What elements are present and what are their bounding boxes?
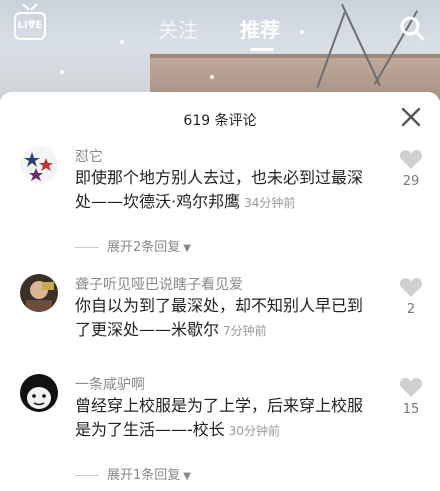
comment-item: 一条咸驴啊 曾经穿上校服是为了上学，后来穿上校服是为了生活——-校长 30分钟前 … <box>0 374 440 484</box>
comment-username[interactable]: 一条咸驴啊 <box>75 374 145 394</box>
expand-replies-label: 展开1条回复 <box>107 468 181 483</box>
like-count: 2 <box>406 302 416 317</box>
search-icon[interactable] <box>398 14 426 42</box>
comment-count-title: 619 条评论 <box>183 113 257 129</box>
comment-time: 7分钟前 <box>223 324 267 338</box>
heart-icon <box>399 377 423 397</box>
avatar[interactable] <box>20 374 58 412</box>
comment-item: 聋子听见哑巴说瞎子看见爱 你自以为到了最深处，却不知别人早已到了更深处——米歇尔… <box>0 274 440 364</box>
like-button[interactable]: 2 <box>396 276 426 317</box>
avatar[interactable] <box>20 274 58 312</box>
snowflake <box>60 70 64 74</box>
comment-text: 你自以为到了最深处，却不知别人早已到了更深处——米歇尔 7分钟前 <box>75 294 375 343</box>
top-navigation: LIVE 关注 推荐 <box>0 0 440 60</box>
comment-username[interactable]: 聋子听见哑巴说瞎子看见爱 <box>75 274 243 294</box>
chevron-down-icon: ▼ <box>183 243 191 254</box>
replies-divider <box>75 475 99 476</box>
close-icon[interactable] <box>400 106 422 128</box>
active-tab-indicator <box>250 48 274 51</box>
comment-time: 30分钟前 <box>228 424 281 438</box>
comment-username[interactable]: 怼它 <box>75 146 103 166</box>
comment-text: 即使那个地方别人去过，也未必到过最深处——坎德沃·鸡尔邦鹰 34分钟前 <box>75 166 375 215</box>
heart-icon <box>399 277 423 297</box>
live-icon[interactable]: LIVE <box>14 12 46 40</box>
comment-body: 曾经穿上校服是为了上学，后来穿上校服是为了生活——-校长 <box>75 396 364 439</box>
expand-replies-button[interactable]: 展开1条回复 ▼ <box>75 464 191 483</box>
comment-body: 即使那个地方别人去过，也未必到过最深处——坎德沃·鸡尔邦鹰 <box>75 168 364 211</box>
like-button[interactable]: 29 <box>396 148 426 189</box>
like-count: 15 <box>402 402 420 417</box>
chevron-down-icon: ▼ <box>183 471 191 482</box>
comment-text: 曾经穿上校服是为了上学，后来穿上校服是为了生活——-校长 30分钟前 <box>75 394 375 443</box>
like-button[interactable]: 15 <box>396 376 426 417</box>
expand-replies-label: 展开2条回复 <box>107 240 181 255</box>
comment-item: 怼它 即使那个地方别人去过，也未必到过最深处——坎德沃·鸡尔邦鹰 34分钟前 29… <box>0 146 440 256</box>
replies-divider <box>75 247 99 248</box>
expand-replies-button[interactable]: 展开2条回复 ▼ <box>75 236 191 255</box>
avatar[interactable] <box>20 146 58 184</box>
snowflake <box>210 75 214 79</box>
like-count: 29 <box>402 174 420 189</box>
heart-icon <box>399 149 423 169</box>
comment-time: 34分钟前 <box>244 196 296 210</box>
tab-recommend[interactable]: 推荐 <box>240 14 280 43</box>
comment-sheet: 619 条评论 怼它 即使那个地方别人去过，也未必到过最深处——坎德沃·鸡尔邦鹰… <box>0 92 440 491</box>
tab-follow[interactable]: 关注 <box>158 14 198 43</box>
comment-body: 你自以为到了最深处，却不知别人早已到了更深处——米歇尔 <box>75 296 364 339</box>
